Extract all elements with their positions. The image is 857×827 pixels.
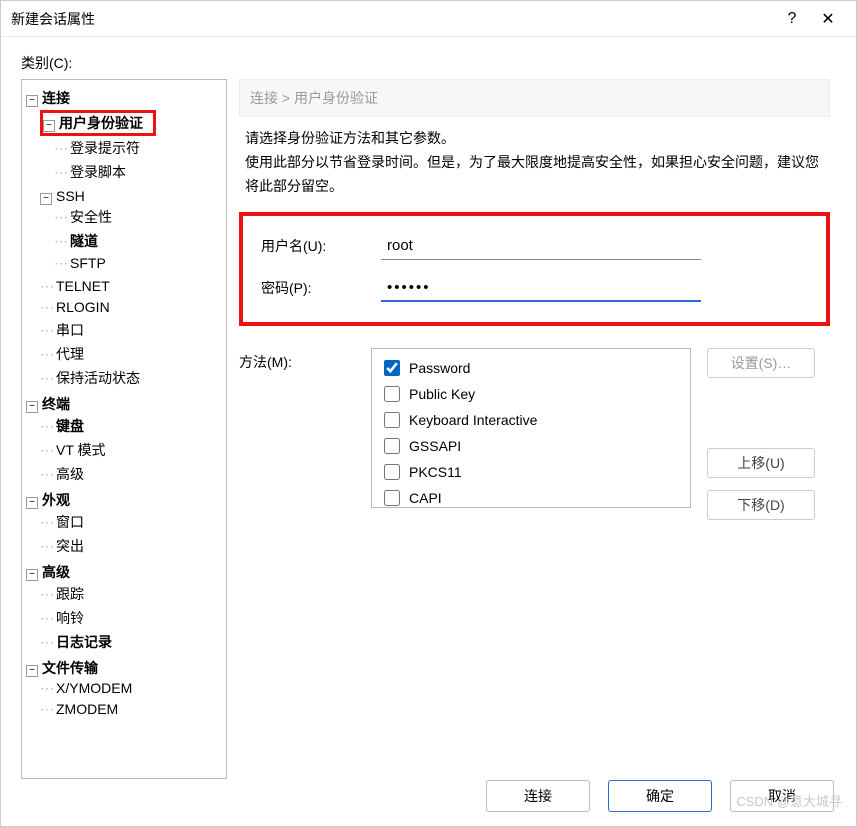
- method-gssapi-label: GSSAPI: [409, 438, 461, 454]
- description-line2: 使用此部分以节省登录时间。但是，为了最大限度地提高安全性，如果担心安全问题，建议…: [245, 151, 830, 199]
- method-listbox[interactable]: Password Public Key Keyboard Interactive…: [371, 348, 691, 508]
- method-keyboard-checkbox[interactable]: [384, 412, 400, 428]
- method-keyboard-label: Keyboard Interactive: [409, 412, 537, 428]
- window-title: 新建会话属性: [11, 9, 774, 29]
- method-capi-label: CAPI: [409, 490, 442, 506]
- expand-icon[interactable]: −: [26, 665, 38, 677]
- expand-icon[interactable]: −: [26, 569, 38, 581]
- username-input[interactable]: [381, 232, 701, 260]
- method-publickey-label: Public Key: [409, 386, 475, 402]
- tree-window[interactable]: 窗口: [56, 514, 84, 530]
- tree-advanced[interactable]: 高级: [42, 564, 70, 580]
- username-label: 用户名(U):: [261, 236, 381, 256]
- tree-tunnel[interactable]: 隧道: [70, 233, 98, 249]
- titlebar: 新建会话属性 ? ✕: [1, 1, 856, 37]
- tree-keyboard[interactable]: 键盘: [56, 418, 84, 434]
- content-panel: 连接 > 用户身份验证 请选择身份验证方法和其它参数。 使用此部分以节省登录时间…: [233, 79, 836, 779]
- method-gssapi-checkbox[interactable]: [384, 438, 400, 454]
- method-label: 方法(M):: [239, 348, 359, 372]
- tree-bell[interactable]: 响铃: [56, 610, 84, 626]
- tree-user-auth[interactable]: 用户身份验证: [59, 115, 143, 131]
- method-publickey-checkbox[interactable]: [384, 386, 400, 402]
- method-password-checkbox[interactable]: [384, 360, 400, 376]
- description-line1: 请选择身份验证方法和其它参数。: [245, 127, 830, 151]
- method-pkcs11-checkbox[interactable]: [384, 464, 400, 480]
- move-down-button[interactable]: 下移(D): [707, 490, 815, 520]
- tree-vtmode[interactable]: VT 模式: [56, 442, 106, 458]
- tree-advanced-terminal[interactable]: 高级: [56, 466, 84, 482]
- tree-serial[interactable]: 串口: [56, 322, 84, 338]
- help-button[interactable]: ?: [774, 10, 810, 28]
- tree-terminal[interactable]: 终端: [42, 396, 70, 412]
- expand-icon[interactable]: −: [40, 193, 52, 205]
- cancel-button[interactable]: 取消: [730, 780, 834, 812]
- expand-icon[interactable]: −: [43, 120, 55, 132]
- tree-sftp[interactable]: SFTP: [70, 255, 106, 271]
- category-tree[interactable]: −连接 −用户身份验证 ⋯登录提示符 ⋯登录脚本 −SSH ⋯安全性: [21, 79, 227, 779]
- tree-ssh[interactable]: SSH: [56, 188, 85, 204]
- tree-login-script[interactable]: 登录脚本: [70, 164, 126, 180]
- tree-rlogin[interactable]: RLOGIN: [56, 299, 110, 315]
- connect-button[interactable]: 连接: [486, 780, 590, 812]
- tree-xymodem[interactable]: X/YMODEM: [56, 680, 132, 696]
- tree-logging[interactable]: 日志记录: [56, 634, 112, 650]
- password-input[interactable]: [381, 274, 701, 302]
- tree-zmodem[interactable]: ZMODEM: [56, 701, 118, 717]
- tree-trace[interactable]: 跟踪: [56, 586, 84, 602]
- tree-filetransfer[interactable]: 文件传输: [42, 660, 98, 676]
- method-password-label: Password: [409, 360, 470, 376]
- category-label: 类别(C):: [21, 53, 836, 73]
- breadcrumb: 连接 > 用户身份验证: [239, 79, 830, 117]
- tree-telnet[interactable]: TELNET: [56, 278, 110, 294]
- ok-button[interactable]: 确定: [608, 780, 712, 812]
- method-pkcs11-label: PKCS11: [409, 464, 462, 480]
- move-up-button[interactable]: 上移(U): [707, 448, 815, 478]
- tree-connection[interactable]: 连接: [42, 90, 70, 106]
- method-capi-checkbox[interactable]: [384, 490, 400, 506]
- footer-buttons: 连接 确定 取消: [486, 780, 834, 812]
- tree-proxy[interactable]: 代理: [56, 346, 84, 362]
- expand-icon[interactable]: −: [26, 401, 38, 413]
- credential-box: 用户名(U): 密码(P):: [239, 212, 830, 326]
- expand-icon[interactable]: −: [26, 95, 38, 107]
- tree-highlight[interactable]: 突出: [56, 538, 84, 554]
- close-button[interactable]: ✕: [810, 9, 846, 29]
- tree-appearance[interactable]: 外观: [42, 492, 70, 508]
- settings-button[interactable]: 设置(S)…: [707, 348, 815, 378]
- tree-keepalive[interactable]: 保持活动状态: [56, 370, 140, 386]
- password-label: 密码(P):: [261, 278, 381, 298]
- tree-login-prompt[interactable]: 登录提示符: [70, 140, 140, 156]
- description: 请选择身份验证方法和其它参数。 使用此部分以节省登录时间。但是，为了最大限度地提…: [239, 127, 830, 198]
- tree-security[interactable]: 安全性: [70, 209, 112, 225]
- expand-icon[interactable]: −: [26, 497, 38, 509]
